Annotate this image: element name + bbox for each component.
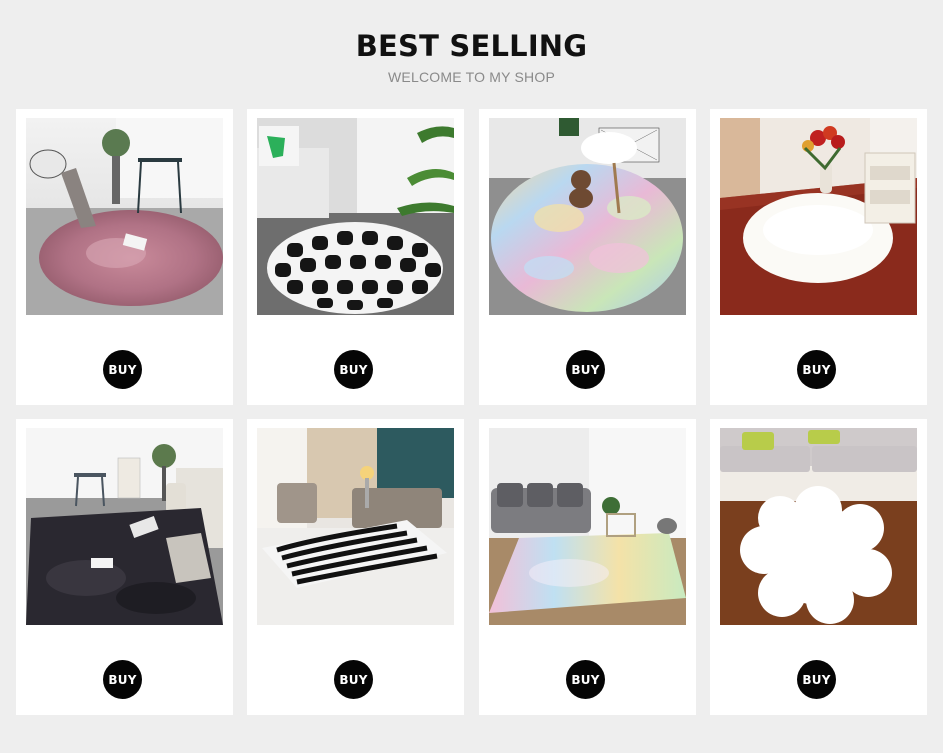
product-card: BUY (710, 419, 927, 715)
product-card: BUY (479, 109, 696, 405)
page-subtitle: WELCOME TO MY SHOP (388, 69, 555, 85)
buy-button[interactable]: BUY (103, 660, 142, 699)
buy-button[interactable]: BUY (797, 350, 836, 389)
buy-button[interactable]: BUY (334, 660, 373, 699)
product-card: BUY (16, 109, 233, 405)
buy-button[interactable]: BUY (334, 350, 373, 389)
product-image[interactable] (26, 428, 223, 625)
buy-button[interactable]: BUY (103, 350, 142, 389)
page-title: BEST SELLING (355, 29, 588, 63)
product-card: BUY (479, 419, 696, 715)
product-card: BUY (247, 419, 464, 715)
product-image[interactable] (720, 118, 917, 315)
product-image[interactable] (489, 118, 686, 315)
buy-button[interactable]: BUY (566, 350, 605, 389)
product-image[interactable] (720, 428, 917, 625)
product-image[interactable] (26, 118, 223, 315)
product-card: BUY (247, 109, 464, 405)
product-image[interactable] (257, 118, 454, 315)
product-image[interactable] (489, 428, 686, 625)
product-card: BUY (710, 109, 927, 405)
product-card: BUY (16, 419, 233, 715)
product-image[interactable] (257, 428, 454, 625)
buy-button[interactable]: BUY (566, 660, 605, 699)
buy-button[interactable]: BUY (797, 660, 836, 699)
